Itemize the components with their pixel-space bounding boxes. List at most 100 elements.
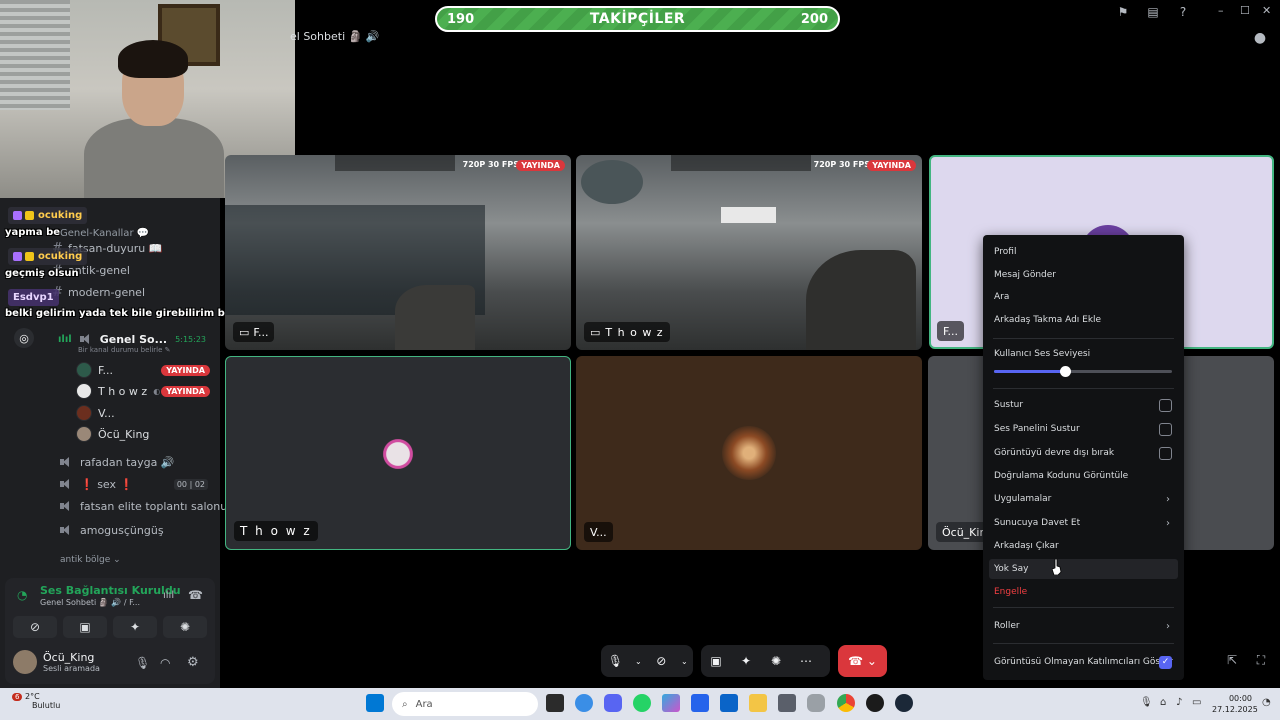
minimize-icon[interactable]: – — [1218, 4, 1224, 17]
menu-item-remove-friend[interactable]: Arkadaşı Çıkar — [989, 536, 1178, 556]
menu-item-disable-video[interactable]: Görüntüyü devre dışı bırak — [989, 443, 1178, 463]
calculator-icon[interactable] — [778, 694, 796, 712]
speaker-icon — [58, 478, 76, 490]
headset-icon[interactable]: ◠ — [160, 656, 170, 670]
popout-icon[interactable]: ⇱ — [1224, 652, 1240, 668]
taskbar-search[interactable]: ⌕ Ara — [392, 692, 538, 716]
volume-slider[interactable] — [994, 366, 1172, 377]
menu-item-block[interactable]: Engelle — [989, 582, 1178, 602]
maximize-icon[interactable]: ☐ — [1240, 4, 1250, 17]
screen-share-button[interactable]: ▣ — [63, 616, 107, 638]
voice-user-f[interactable]: F... YAYINDA — [76, 360, 210, 380]
menu-item-show-nonvideo[interactable]: Görüntüsü Olmayan Katılımcıları Göster ✓ — [989, 652, 1178, 672]
video-tile-stream-f[interactable]: 720P 30 FPS YAYINDA ▭ F... — [225, 155, 571, 350]
voice-user-ocu-king[interactable]: Öcü_King — [76, 424, 149, 444]
disconnect-icon[interactable]: ☎ — [188, 588, 203, 602]
start-icon[interactable] — [366, 694, 384, 712]
voice-channel-amogus[interactable]: amogusçüngüş — [58, 519, 164, 541]
checkbox[interactable] — [1159, 446, 1172, 460]
discord-taskbar-icon[interactable] — [604, 694, 622, 712]
stream-quality: 720P 30 FPS — [813, 160, 870, 169]
chevron-right-icon: › — [1166, 620, 1170, 632]
flag-icon[interactable]: ⚑ — [1115, 4, 1131, 20]
weather-widget[interactable]: 6 2°C Bulutlu — [12, 692, 60, 710]
camera-options-button[interactable]: ⌄ — [680, 650, 689, 672]
copilot-icon[interactable] — [662, 694, 680, 712]
video-tile-user-v[interactable]: V... — [576, 356, 922, 550]
app-icon[interactable] — [575, 694, 593, 712]
video-tile-stream-thowz[interactable]: 720P 30 FPS YAYINDA ▭ T h o w z — [576, 155, 922, 350]
username: Öcü_King — [43, 651, 95, 664]
voice-channel-sex[interactable]: ❗ sex ❗ 00 | 02 — [58, 473, 208, 495]
chat-bubble-icon[interactable]: ● — [1252, 30, 1268, 46]
steam-icon[interactable] — [895, 694, 913, 712]
speaker-icon — [58, 500, 76, 512]
chrome-icon[interactable] — [837, 694, 855, 712]
voice-user-thowz[interactable]: T h o w z ◐ YAYINDA — [76, 381, 210, 401]
network-icon[interactable]: ⌂ — [1160, 697, 1166, 708]
notification-bell-icon[interactable]: ◔ — [1262, 697, 1271, 708]
voice-user-name: F... — [98, 363, 114, 377]
soundboard-button[interactable]: ✺ — [163, 616, 207, 638]
menu-item-invite[interactable]: Sunucuya Davet Et › — [989, 513, 1178, 533]
app-icon[interactable] — [720, 694, 738, 712]
menu-item-message[interactable]: Mesaj Gönder — [989, 265, 1178, 285]
mic-tray-icon[interactable]: 🎙 — [1140, 697, 1153, 708]
file-explorer-icon[interactable] — [749, 694, 767, 712]
whatsapp-icon[interactable] — [633, 694, 651, 712]
server-icon[interactable]: ◎ — [14, 328, 34, 348]
menu-item-apps[interactable]: Uygulamalar › — [989, 489, 1178, 509]
connection-status[interactable]: Ses Bağlantısı Kuruldu — [40, 584, 181, 597]
camera-button[interactable]: ⊘ — [651, 650, 672, 672]
follower-max: 200 — [800, 11, 828, 27]
menu-item-mute-soundboard[interactable]: Ses Panelini Sustur — [989, 419, 1178, 439]
task-view-icon[interactable] — [546, 694, 564, 712]
noise-icon[interactable]: ılıl — [163, 590, 174, 601]
mic-icon[interactable]: 🎙 — [135, 656, 150, 670]
category-antik-bolge[interactable]: antik bölge ⌄ — [60, 555, 121, 565]
activities-button[interactable]: ✦ — [113, 616, 157, 638]
mic-video-controls: 🎙 ⌄ ⊘ ⌄ — [601, 645, 693, 677]
battery-icon[interactable]: ▭ — [1192, 697, 1201, 708]
menu-item-roles[interactable]: Roller › — [989, 616, 1178, 636]
settings-gear-icon[interactable]: ⚙ — [187, 655, 199, 670]
tile-name-label: F... — [937, 321, 965, 341]
app-icon[interactable] — [866, 694, 884, 712]
voice-channel-fatsan-elite[interactable]: fatsan elite toplantı salonu — [58, 495, 227, 517]
checkbox[interactable] — [1159, 422, 1172, 436]
more-button[interactable]: ⋯ — [795, 650, 817, 672]
help-icon[interactable]: ? — [1175, 4, 1191, 20]
mic-icon: 🎙 — [607, 654, 623, 668]
menu-item-ignore[interactable]: Yok Say — [989, 559, 1178, 579]
store-icon[interactable] — [691, 694, 709, 712]
volume-slider-knob[interactable] — [1060, 366, 1072, 377]
sub-badge-icon — [13, 211, 22, 220]
close-icon[interactable]: ✕ — [1262, 4, 1271, 17]
checkbox-checked[interactable]: ✓ — [1159, 655, 1172, 669]
user-area[interactable]: Öcü_King Sesli aramada — [13, 650, 100, 674]
mic-button[interactable]: 🎙 — [605, 650, 626, 672]
checkbox[interactable] — [1159, 398, 1172, 412]
inbox-icon[interactable]: ▤ — [1145, 4, 1161, 20]
voice-channel-rafadan[interactable]: rafadan tayga 🔊 — [58, 451, 175, 473]
disconnect-button[interactable]: ☎ ⌄ — [838, 645, 887, 677]
mic-options-button[interactable]: ⌄ — [634, 650, 643, 672]
voice-user-v[interactable]: V... — [76, 403, 115, 423]
volume-icon[interactable]: ♪ — [1176, 697, 1182, 708]
channel-item-modern-genel[interactable]: # modern-genel — [52, 281, 145, 303]
voice-status-prompt[interactable]: Bir kanal durumu belirle ✎ — [78, 346, 171, 354]
mouse-icon[interactable] — [807, 694, 825, 712]
soundboard-button[interactable]: ✺ — [765, 650, 787, 672]
activities-button[interactable]: ✦ — [735, 650, 757, 672]
menu-item-verify-code[interactable]: Doğrulama Kodunu Görüntüle — [989, 466, 1178, 486]
fullscreen-icon[interactable]: ⛶ — [1253, 652, 1269, 668]
menu-item-call[interactable]: Ara — [989, 287, 1178, 307]
camera-off-button[interactable]: ⊘ — [13, 616, 57, 638]
taskbar-clock[interactable]: 00:00 27.12.2025 — [1212, 693, 1258, 715]
menu-item-profile[interactable]: Profil — [989, 242, 1178, 262]
menu-item-nickname[interactable]: Arkadaş Takma Adı Ekle — [989, 310, 1178, 330]
menu-item-mute[interactable]: Sustur — [989, 395, 1178, 415]
game-hud-top — [671, 155, 811, 171]
screen-share-button[interactable]: ▣ — [705, 650, 727, 672]
video-tile-user-thowz[interactable]: T h o w z — [225, 356, 571, 550]
